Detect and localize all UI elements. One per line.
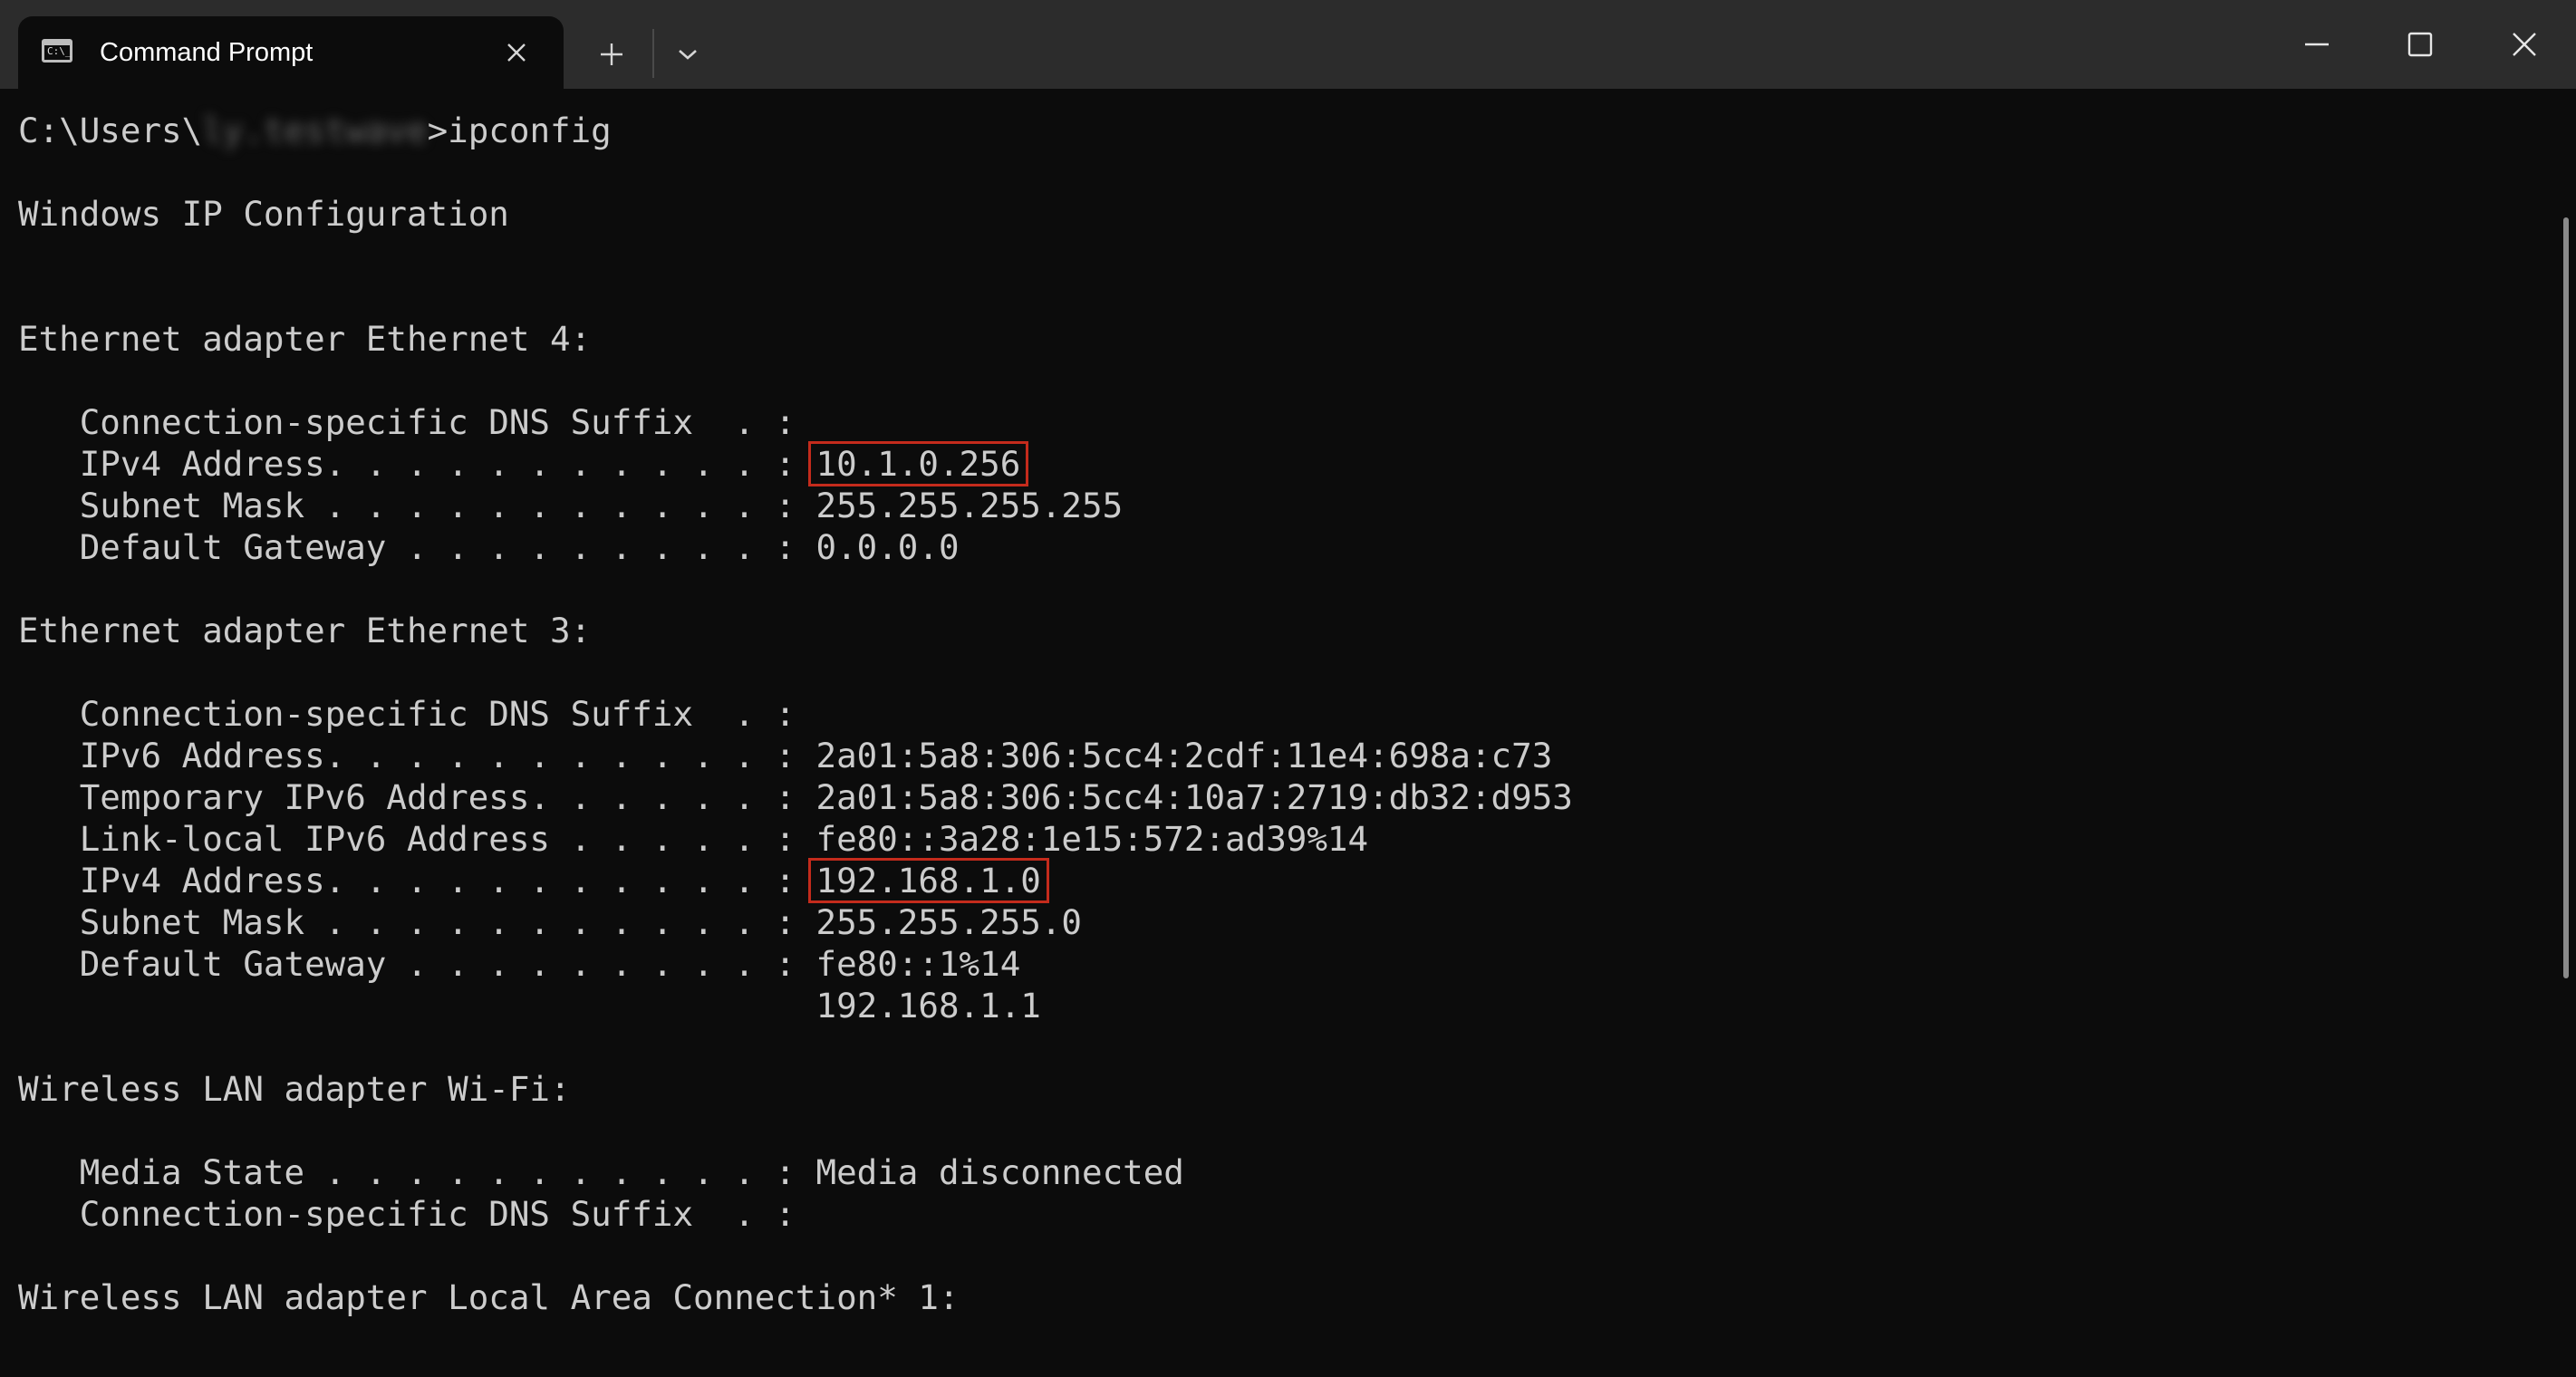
terminal-output[interactable]: C:\Users\ly.testwave>ipconfig Windows IP… xyxy=(0,89,2555,1377)
profile-dropdown-button[interactable] xyxy=(661,33,714,76)
minimize-button[interactable] xyxy=(2265,0,2369,89)
adapter-heading: Ethernet adapter Ethernet 4: xyxy=(18,319,592,359)
command-prompt-window: C:\_ Command Prompt C:\Users\ly.testwave… xyxy=(0,0,2576,1377)
adapter-heading: Ethernet adapter Ethernet 3: xyxy=(18,611,592,650)
output-line: Default Gateway . . . . . . . . . : 0.0.… xyxy=(18,527,960,567)
adapter-heading: Wireless LAN adapter Wi-Fi: xyxy=(18,1069,571,1109)
title-bar: C:\_ Command Prompt xyxy=(0,0,2576,89)
vertical-scrollbar[interactable] xyxy=(2557,89,2576,1377)
tab-separator xyxy=(652,29,654,78)
window-close-button[interactable] xyxy=(2473,0,2576,89)
output-line: Connection-specific DNS Suffix . : xyxy=(18,1194,796,1234)
prompt-command: >ipconfig xyxy=(427,111,612,150)
field-label: IPv4 Address. . . . . . . . . . . : xyxy=(18,861,816,900)
output-line: IPv4 Address. . . . . . . . . . . : 192.… xyxy=(18,858,1049,903)
output-line: IPv6 Address. . . . . . . . . . . : 2a01… xyxy=(18,736,1553,775)
chevron-down-icon xyxy=(679,50,697,60)
maximize-icon xyxy=(2407,32,2433,57)
output-line: Link-local IPv6 Address . . . . . : fe80… xyxy=(18,819,1369,859)
output-line: Default Gateway . . . . . . . . . : fe80… xyxy=(18,944,1021,984)
field-label: IPv4 Address. . . . . . . . . . . : xyxy=(18,444,816,484)
tab-close-button[interactable] xyxy=(498,34,535,71)
prompt-line: C:\Users\ly.testwave>ipconfig xyxy=(18,110,612,151)
scrollbar-thumb[interactable] xyxy=(2563,217,2569,978)
new-tab-button[interactable] xyxy=(585,33,638,76)
tab-command-prompt[interactable]: C:\_ Command Prompt xyxy=(18,16,564,89)
output-line: 192.168.1.1 xyxy=(18,986,1041,1026)
plus-icon xyxy=(601,43,622,65)
close-icon xyxy=(2513,33,2536,56)
output-line: Temporary IPv6 Address. . . . . . : 2a01… xyxy=(18,777,1573,817)
highlighted-ipv4-address: 10.1.0.256 xyxy=(807,441,1029,486)
output-line: Connection-specific DNS Suffix . : xyxy=(18,402,796,442)
maximize-button[interactable] xyxy=(2369,0,2472,89)
close-icon xyxy=(507,43,526,62)
output-line: Media State . . . . . . . . . . . : Medi… xyxy=(18,1152,1184,1192)
highlighted-ipv4-address: 192.168.1.0 xyxy=(807,858,1049,903)
redacted-username: ly.testwave xyxy=(202,111,428,150)
output-line: Windows IP Configuration xyxy=(18,194,509,234)
minimize-icon xyxy=(2305,43,2329,46)
adapter-heading: Wireless LAN adapter Local Area Connecti… xyxy=(18,1277,960,1317)
output-line: Connection-specific DNS Suffix . : xyxy=(18,694,796,734)
prompt-path: C:\Users\ xyxy=(18,111,203,150)
output-line: IPv4 Address. . . . . . . . . . . : 10.1… xyxy=(18,441,1029,486)
tab-title: Command Prompt xyxy=(100,38,314,67)
output-line: Subnet Mask . . . . . . . . . . . : 255.… xyxy=(18,902,1082,942)
terminal-icon: C:\_ xyxy=(42,39,72,63)
output-line: Subnet Mask . . . . . . . . . . . : 255.… xyxy=(18,486,1124,525)
